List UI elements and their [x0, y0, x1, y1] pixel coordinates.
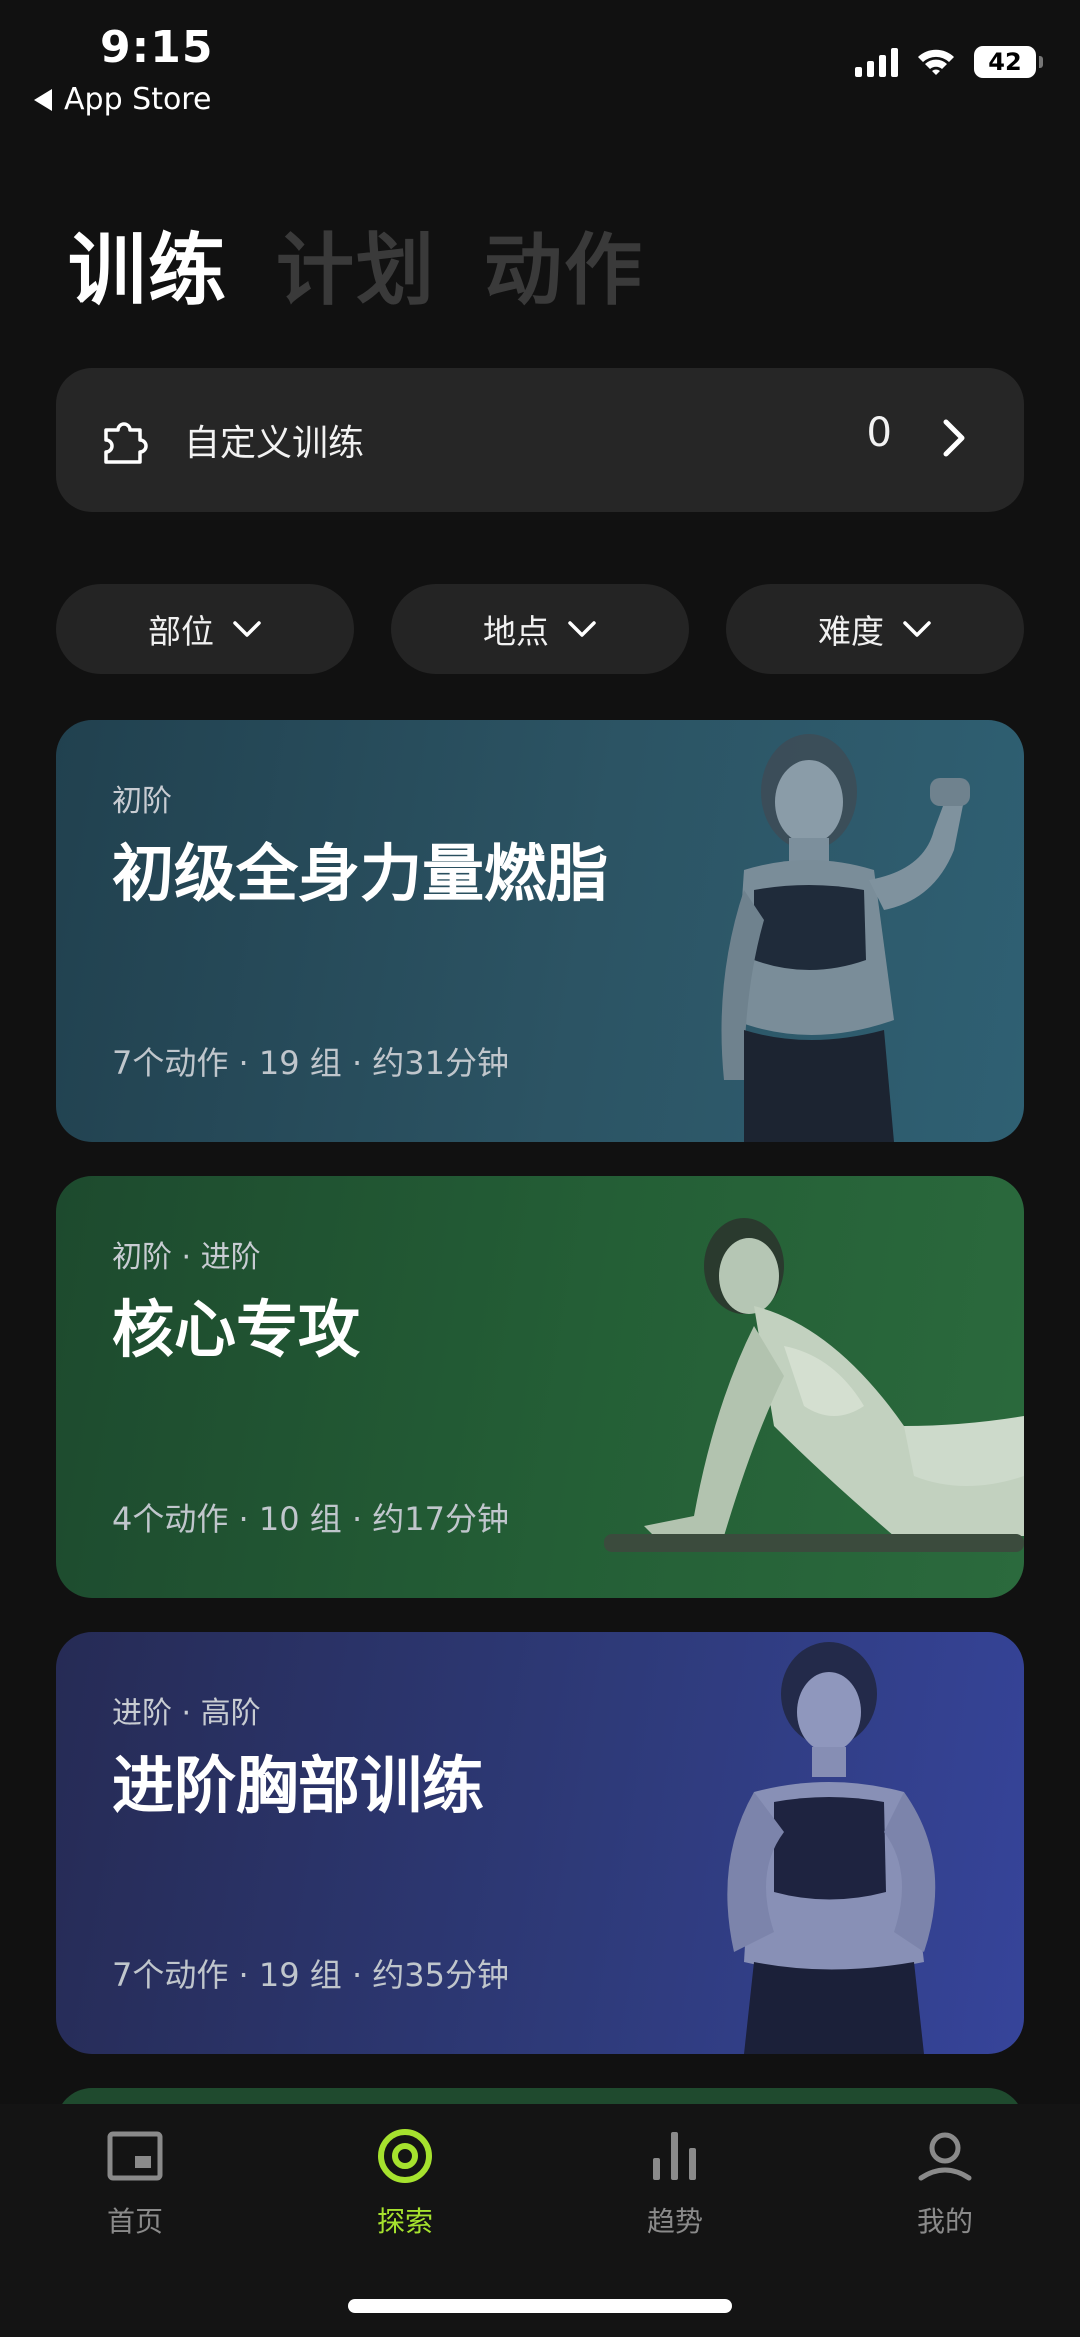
status-indicators: 42 [855, 46, 1043, 78]
athlete-image [727, 1642, 936, 2054]
workout-card[interactable]: 初阶 初级全身力量燃脂 7个动作 · 19 组 · 约31分钟 [56, 720, 1024, 1142]
chevron-down-icon [233, 621, 261, 637]
puzzle-icon [104, 422, 148, 464]
status-time: 9:15 [100, 22, 214, 73]
filter-bar: 部位 地点 难度 [56, 584, 1024, 674]
nav-label: 我的 [916, 2205, 973, 2238]
trend-icon [653, 2132, 696, 2180]
explore-icon [378, 2129, 432, 2183]
card-title: 核心专攻 [112, 1293, 361, 1366]
tab-exercises[interactable]: 动作 [484, 208, 644, 320]
nav-profile[interactable]: 我的 [845, 2126, 1045, 2240]
home-indicator[interactable] [348, 2299, 732, 2313]
wifi-icon [918, 49, 954, 75]
back-arrow-icon [34, 88, 52, 111]
card-level: 初阶 [112, 784, 172, 819]
chevron-down-icon [568, 621, 596, 637]
chevron-down-icon [903, 621, 931, 637]
nav-explore[interactable]: 探索 [305, 2126, 505, 2240]
nav-trends[interactable]: 趋势 [575, 2126, 775, 2240]
battery-icon: 42 [974, 46, 1043, 78]
custom-training-count: 0 [866, 410, 892, 456]
nav-home[interactable]: 首页 [35, 2126, 235, 2240]
card-meta: 7个动作 · 19 组 · 约31分钟 [112, 1044, 510, 1082]
nav-label: 探索 [376, 2205, 433, 2238]
filter-difficulty[interactable]: 难度 [726, 584, 1024, 674]
card-level: 初阶 · 进阶 [112, 1240, 261, 1275]
battery-level: 42 [988, 48, 1022, 76]
tab-plan[interactable]: 计划 [276, 208, 436, 320]
filter-label: 难度 [818, 612, 884, 651]
filter-location[interactable]: 地点 [391, 584, 689, 674]
card-title: 初级全身力量燃脂 [112, 837, 609, 910]
top-tabs: 训练 计划 动作 [68, 208, 644, 320]
athlete-image [721, 734, 970, 1142]
status-bar: 9:15 App Store 42 [0, 0, 1080, 130]
card-meta: 4个动作 · 10 组 · 约17分钟 [112, 1500, 510, 1538]
filter-body-part[interactable]: 部位 [56, 584, 354, 674]
card-meta: 7个动作 · 19 组 · 约35分钟 [112, 1956, 510, 1994]
chevron-right-icon [943, 419, 965, 457]
card-title: 进阶胸部训练 [112, 1749, 485, 1822]
filter-label: 地点 [483, 612, 549, 651]
custom-training-row[interactable]: 自定义训练 0 [56, 368, 1024, 512]
workout-card[interactable]: 进阶 · 高阶 进阶胸部训练 7个动作 · 19 组 · 约35分钟 [56, 1632, 1024, 2054]
back-to-app-store[interactable]: App Store [34, 82, 211, 117]
profile-icon [918, 2132, 972, 2181]
workout-card[interactable]: 初阶 · 进阶 核心专攻 4个动作 · 10 组 · 约17分钟 [56, 1176, 1024, 1598]
filter-label: 部位 [148, 612, 214, 651]
card-level: 进阶 · 高阶 [112, 1696, 261, 1731]
tab-training[interactable]: 训练 [68, 208, 228, 320]
custom-training-label: 自定义训练 [184, 423, 365, 464]
back-label: App Store [64, 82, 212, 117]
nav-label: 趋势 [646, 2205, 703, 2238]
nav-label: 首页 [106, 2205, 163, 2238]
cellular-signal-icon [855, 47, 898, 77]
home-icon [107, 2131, 163, 2181]
athlete-image [604, 1218, 1024, 1552]
